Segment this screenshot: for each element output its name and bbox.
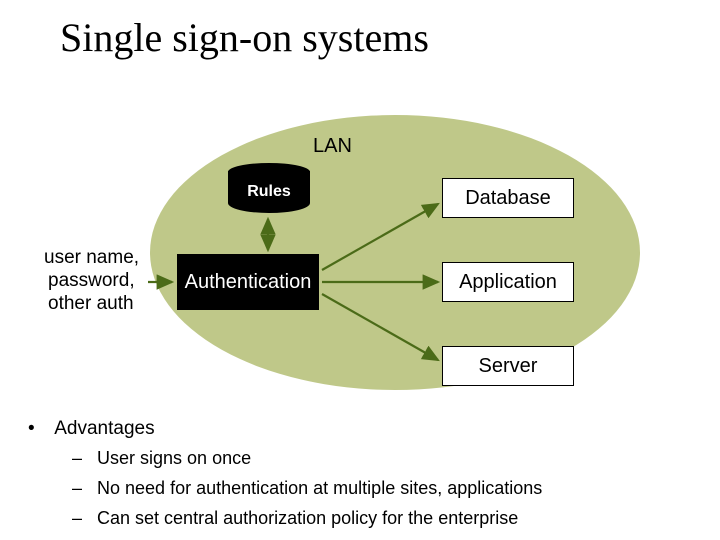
bullet-heading: Advantages — [28, 418, 688, 440]
bullets: Advantages User signs on once No need fo… — [28, 418, 688, 538]
database-label: Database — [465, 187, 551, 210]
bullet-item: Can set central authorization policy for… — [72, 508, 688, 529]
server-label: Server — [479, 355, 538, 378]
application-label: Application — [459, 271, 557, 294]
rules-label: Rules — [228, 183, 310, 201]
rules-cylinder: Rules — [228, 163, 310, 213]
lan-label: LAN — [313, 135, 352, 158]
slide: Single sign-on systems LAN Rules Authent… — [0, 0, 720, 540]
user-credentials-label: user name, password, other auth — [44, 247, 164, 315]
bullet-item: No need for authentication at multiple s… — [72, 478, 688, 499]
authentication-label: Authentication — [185, 271, 312, 294]
server-box: Server — [442, 346, 574, 386]
bullet-item: User signs on once — [72, 448, 688, 469]
database-box: Database — [442, 178, 574, 218]
application-box: Application — [442, 262, 574, 302]
page-title: Single sign-on systems — [60, 14, 429, 61]
authentication-box: Authentication — [177, 254, 319, 310]
